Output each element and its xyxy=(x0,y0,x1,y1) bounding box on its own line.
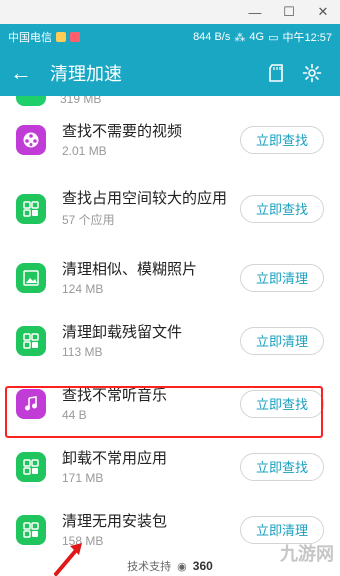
list-item: 查找占用空间较大的应用 57 个应用 立即查找 xyxy=(0,171,340,246)
signal-icon: ⁂ xyxy=(234,31,246,44)
action-button[interactable]: 立即查找 xyxy=(240,389,324,418)
page-title: 清理加速 xyxy=(50,64,122,84)
list-item: 清理相似、模糊照片 124 MB 立即清理 xyxy=(0,246,340,309)
network-type: 4G xyxy=(249,31,265,43)
action-button[interactable]: 立即清理 xyxy=(240,326,324,355)
item-size: 124 MB xyxy=(62,281,104,296)
music-icon xyxy=(16,388,46,419)
minimize-icon[interactable]: — xyxy=(238,0,272,24)
close-icon[interactable]: ✕ xyxy=(306,0,340,24)
action-button[interactable]: 立即查找 xyxy=(240,452,324,481)
list-item: 清理卸载残留文件 113 MB 立即清理 xyxy=(0,309,340,372)
network-speed: 844 B/s xyxy=(193,31,231,43)
item-title: 卸载不常用应用 xyxy=(62,449,168,467)
360-logo-icon: ◉ xyxy=(177,560,187,573)
list-item-partial: 319 MB xyxy=(0,96,340,108)
item-size: 2.01 MB xyxy=(62,143,107,158)
footer-brand: 360 xyxy=(192,559,213,573)
sd-card-icon[interactable] xyxy=(258,64,294,82)
clock: 中午12:57 xyxy=(282,32,332,44)
settings-gear-icon[interactable] xyxy=(294,63,330,83)
item-size: 44 B xyxy=(62,407,87,422)
action-button[interactable]: 立即查找 xyxy=(240,125,324,154)
list-item: 查找不需要的视频 2.01 MB 立即查找 xyxy=(0,108,340,171)
item-size: 113 MB xyxy=(62,344,103,359)
list-item: 查找不常听音乐 44 B 立即查找 xyxy=(0,372,340,435)
item-size: 171 MB xyxy=(62,470,104,485)
apps-grid-icon xyxy=(16,96,46,106)
item-size: 319 MB xyxy=(60,96,102,106)
notification-icon-2 xyxy=(70,32,80,42)
red-arrow-icon xyxy=(54,543,82,576)
footer-label: 技术支持 xyxy=(127,561,172,573)
back-arrow-icon[interactable]: ← xyxy=(10,62,38,84)
app-bar: ← 清理加速 xyxy=(0,50,340,96)
action-button[interactable]: 立即清理 xyxy=(240,263,324,292)
watermark: 九游网 xyxy=(280,544,334,564)
list-item: 卸载不常用应用 171 MB 立即查找 xyxy=(0,435,340,498)
action-button[interactable]: 立即查找 xyxy=(240,194,324,223)
notification-icon xyxy=(56,32,66,42)
item-title: 清理无用安装包 xyxy=(62,512,168,530)
status-bar: 中国电信 844 B/s ⁂ 4G ▭ 中午12:57 xyxy=(0,24,340,50)
maximize-icon[interactable]: ☐ xyxy=(272,0,306,24)
battery-icon: ▭ xyxy=(268,31,279,44)
apps-grid-icon xyxy=(16,514,46,545)
item-title: 查找占用空间较大的应用 xyxy=(62,190,228,207)
apps-grid-icon xyxy=(16,325,46,356)
apps-grid-icon xyxy=(16,193,46,224)
item-title: 查找不常听音乐 xyxy=(62,386,168,404)
item-size: 57 个应用 xyxy=(62,213,115,227)
window-titlebar: — ☐ ✕ xyxy=(0,0,340,24)
carrier-label: 中国电信 xyxy=(8,32,52,44)
apps-grid-icon xyxy=(16,451,46,482)
item-title: 查找不需要的视频 xyxy=(62,122,183,140)
cleanup-list[interactable]: 319 MB 查找不需要的视频 2.01 MB 立即查找 查找占用空间较大的应用 57 … xyxy=(0,96,340,576)
item-title: 清理卸载残留文件 xyxy=(62,323,183,341)
video-icon xyxy=(16,124,46,155)
photo-icon xyxy=(16,262,46,293)
item-title: 清理相似、模糊照片 xyxy=(62,260,198,278)
item-size: 158 MB xyxy=(62,533,104,548)
